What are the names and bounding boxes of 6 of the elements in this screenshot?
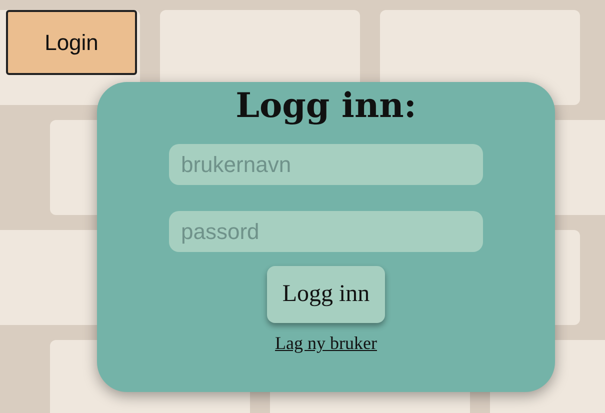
card-title: Logg inn: [236,86,416,126]
input-field[interactable]: brukernavn [169,144,483,185]
register-link[interactable]: Lag ny bruker [275,333,377,354]
login-button[interactable]: Login [6,10,137,75]
input-field[interactable]: passord [169,211,483,252]
submit-button[interactable]: Logg inn [267,266,385,323]
